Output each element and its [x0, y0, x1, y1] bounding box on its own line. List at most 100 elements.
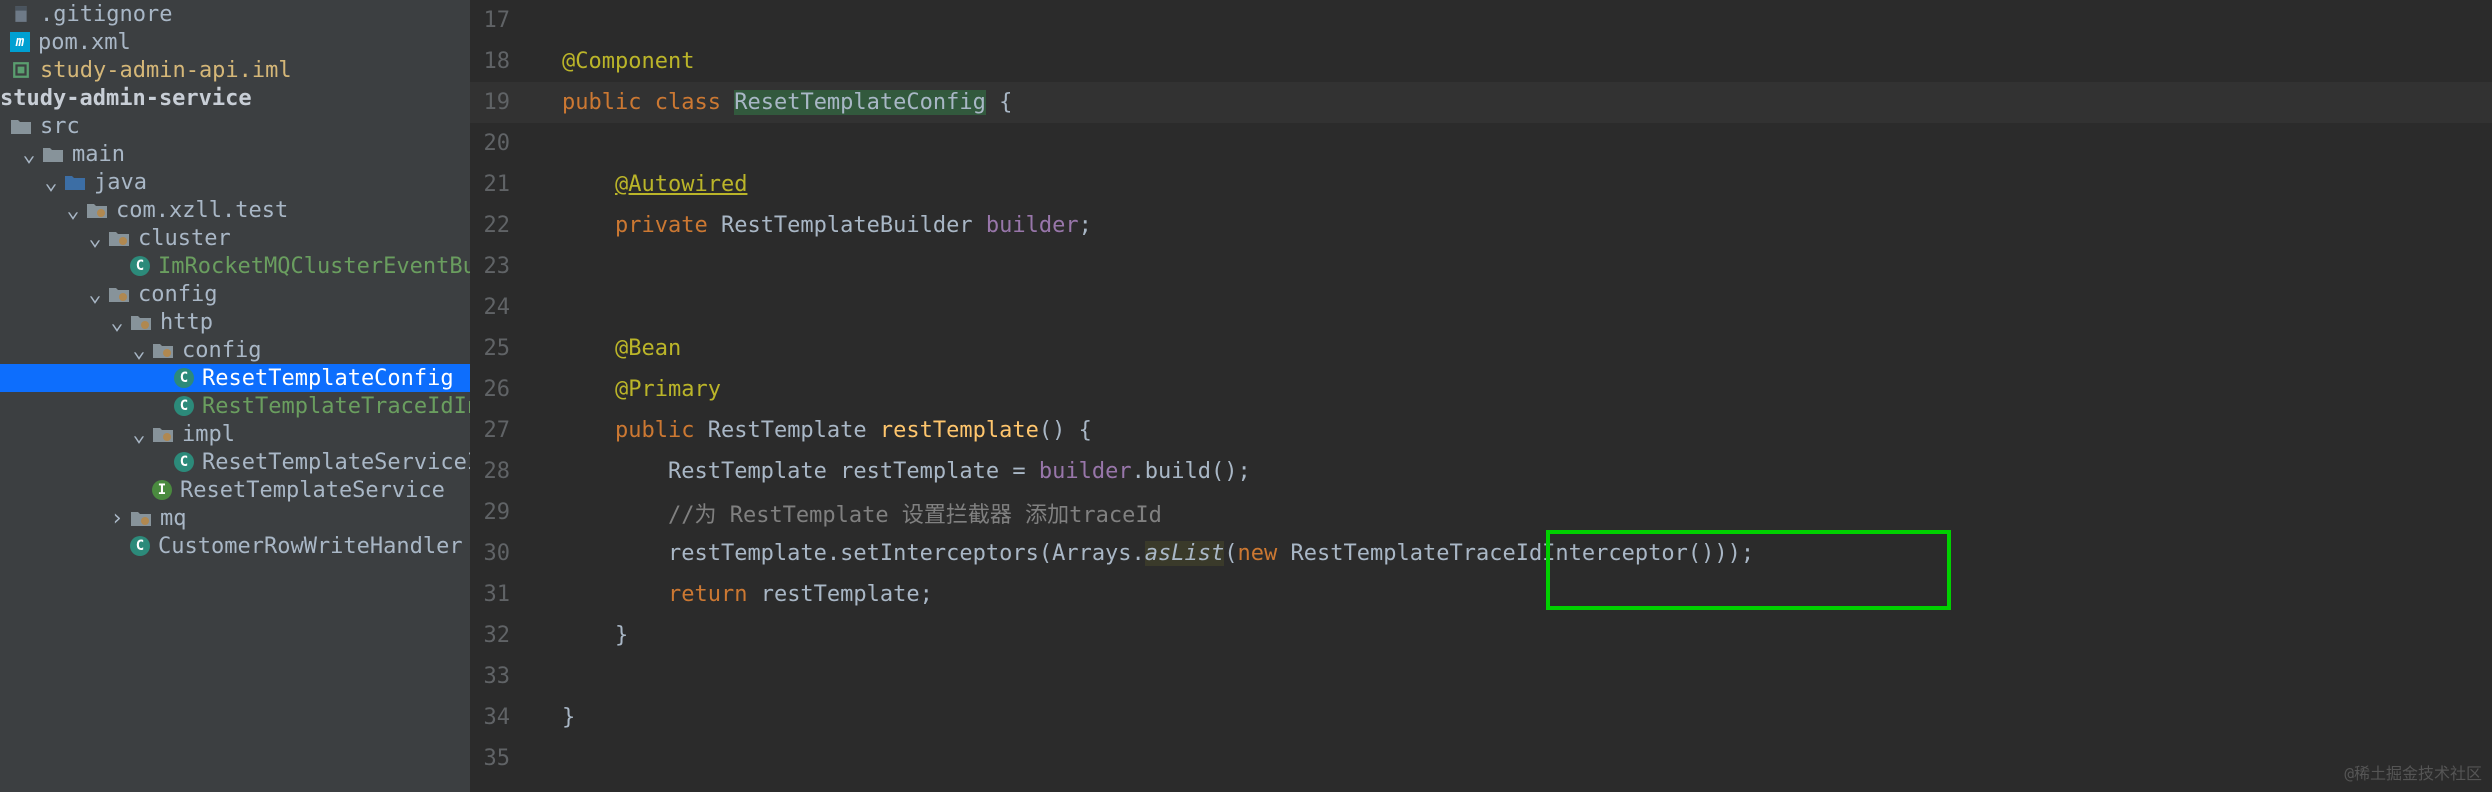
- code-editor[interactable]: 17 18@Component 19public class ResetTemp…: [470, 0, 2492, 792]
- tree-folder-src[interactable]: src: [0, 112, 470, 140]
- tree-package-cluster[interactable]: ⌄ cluster: [0, 224, 470, 252]
- chevron-right-icon: ›: [108, 506, 126, 531]
- line-number: 34: [470, 705, 530, 730]
- class-icon: C: [174, 368, 194, 388]
- chevron-down-icon: ⌄: [130, 338, 148, 363]
- tree-label: CustomerRowWriteHandler: [158, 534, 463, 559]
- class-icon: C: [130, 256, 150, 276]
- tree-label: http: [160, 310, 213, 335]
- code-token: .build();: [1132, 459, 1251, 484]
- code-token: RestTemplate restTemplate =: [668, 459, 1039, 484]
- source-folder-icon: [64, 171, 86, 193]
- tree-label: pom.xml: [38, 30, 131, 55]
- code-token: public: [562, 90, 641, 115]
- tree-label: ImRocketMQClusterEventBusConsumer: [158, 254, 470, 279]
- tree-package-mq[interactable]: › mq: [0, 504, 470, 532]
- tree-label: study-admin-api.iml: [40, 58, 292, 83]
- tree-file-iml[interactable]: study-admin-api.iml: [0, 56, 470, 84]
- tree-label: ResetTemplateConfig: [202, 366, 454, 391]
- folder-icon: [10, 115, 32, 137]
- package-icon: [108, 283, 130, 305]
- tree-class-reset-config[interactable]: C ResetTemplateConfig: [0, 364, 470, 392]
- code-token: @Autowired: [615, 172, 747, 197]
- tree-file-gitignore[interactable]: .gitignore: [0, 0, 470, 28]
- tree-label: ResetTemplateServiceImpl: [202, 450, 470, 475]
- line-number: 25: [470, 336, 530, 361]
- chevron-down-icon: ⌄: [108, 310, 126, 335]
- tree-folder-java[interactable]: ⌄ java: [0, 168, 470, 196]
- folder-icon: [42, 143, 64, 165]
- line-number: 35: [470, 746, 530, 771]
- tree-label: mq: [160, 506, 187, 531]
- code-token: return: [668, 582, 747, 607]
- tree-label: ResetTemplateService: [180, 478, 445, 503]
- tree-label: src: [40, 114, 80, 139]
- package-icon: [130, 507, 152, 529]
- chevron-down-icon: ⌄: [86, 226, 104, 251]
- tree-label: com.xzll.test: [116, 198, 288, 223]
- tree-class-consumer[interactable]: C ImRocketMQClusterEventBusConsumer: [0, 252, 470, 280]
- tree-interface-svc[interactable]: I ResetTemplateService: [0, 476, 470, 504]
- code-token: ResetTemplateConfig: [734, 90, 986, 115]
- tree-package-config[interactable]: ⌄ config: [0, 280, 470, 308]
- line-number: 17: [470, 8, 530, 33]
- tree-label: config: [182, 338, 261, 363]
- package-icon: [152, 423, 174, 445]
- code-token: builder: [1039, 459, 1132, 484]
- code-token: restTemplate.setInterceptors(Arrays.: [668, 541, 1145, 566]
- chevron-down-icon: ⌄: [130, 422, 148, 447]
- code-token: asList: [1145, 541, 1224, 566]
- package-icon: [108, 227, 130, 249]
- chevron-down-icon: ⌄: [64, 198, 82, 223]
- code-token: RestTemplateTraceIdInterceptor()));: [1277, 541, 1754, 566]
- package-icon: [86, 199, 108, 221]
- tree-label: main: [72, 142, 125, 167]
- code-token: ;: [1079, 213, 1092, 238]
- class-icon: C: [130, 536, 150, 556]
- package-icon: [152, 339, 174, 361]
- line-number: 20: [470, 131, 530, 156]
- line-number: 27: [470, 418, 530, 443]
- code-token: restTemplate;: [747, 582, 932, 607]
- code-token: RestTemplate: [708, 418, 867, 443]
- tree-package-http[interactable]: ⌄ http: [0, 308, 470, 336]
- line-number: 26: [470, 377, 530, 402]
- code-token: public: [615, 418, 694, 443]
- chevron-down-icon: ⌄: [86, 282, 104, 307]
- chevron-down-icon: ⌄: [20, 142, 38, 167]
- file-icon: [10, 3, 32, 25]
- line-number: 21: [470, 172, 530, 197]
- tree-package-config2[interactable]: ⌄ config: [0, 336, 470, 364]
- tree-module[interactable]: study-admin-service: [0, 84, 470, 112]
- code-token: }: [562, 705, 575, 730]
- line-number: 30: [470, 541, 530, 566]
- code-token: restTemplate: [880, 418, 1039, 443]
- tree-package-impl[interactable]: ⌄ impl: [0, 420, 470, 448]
- line-number: 28: [470, 459, 530, 484]
- code-token: RestTemplateBuilder: [721, 213, 973, 238]
- tree-label: RestTemplateTraceIdInterceptor: [202, 394, 470, 419]
- line-number: 29: [470, 500, 530, 525]
- code-token: @Component: [562, 49, 694, 74]
- project-tree[interactable]: .gitignore m pom.xml study-admin-api.iml…: [0, 0, 470, 792]
- tree-package[interactable]: ⌄ com.xzll.test: [0, 196, 470, 224]
- tree-file-pom[interactable]: m pom.xml: [0, 28, 470, 56]
- tree-label: java: [94, 170, 147, 195]
- watermark: @稀土掘金技术社区: [2344, 760, 2482, 784]
- code-token: class: [655, 90, 721, 115]
- tree-folder-main[interactable]: ⌄ main: [0, 140, 470, 168]
- code-token: {: [999, 90, 1012, 115]
- code-token: private: [615, 213, 708, 238]
- line-number: 33: [470, 664, 530, 689]
- line-number: 22: [470, 213, 530, 238]
- code-token: (: [1224, 541, 1237, 566]
- chevron-down-icon: ⌄: [42, 170, 60, 195]
- tree-class-svcimpl[interactable]: C ResetTemplateServiceImpl: [0, 448, 470, 476]
- tree-class-handler[interactable]: C CustomerRowWriteHandler: [0, 532, 470, 560]
- module-icon: [10, 59, 32, 81]
- line-number: 19: [470, 90, 530, 115]
- class-icon: C: [174, 452, 194, 472]
- tree-label: .gitignore: [40, 2, 172, 27]
- tree-class-interceptor[interactable]: C RestTemplateTraceIdInterceptor: [0, 392, 470, 420]
- code-token: builder: [986, 213, 1079, 238]
